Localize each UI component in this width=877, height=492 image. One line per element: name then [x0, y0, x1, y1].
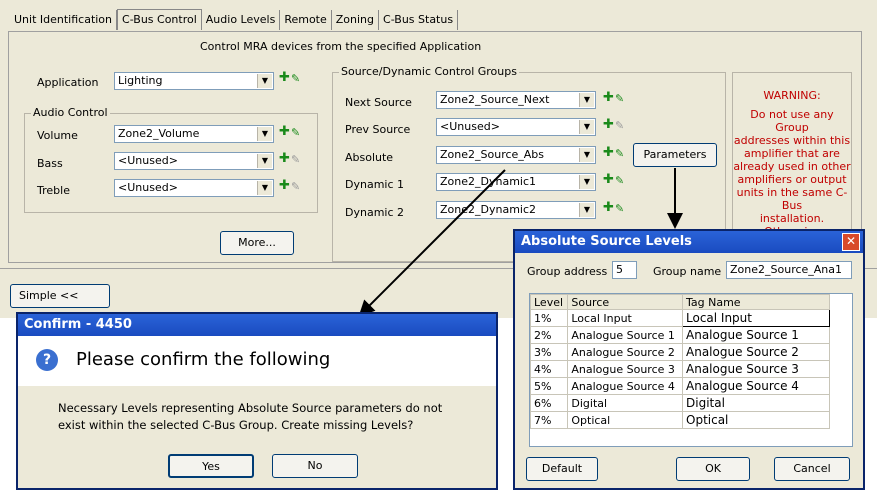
levels-table: Level Source Tag Name 1% Local Input Loc…: [530, 294, 830, 429]
level-cell: 3%: [530, 343, 569, 361]
confirm-dialog: Confirm - 4450 ? Please confirm the foll…: [16, 312, 498, 490]
levels-table-frame: Level Source Tag Name 1% Local Input Loc…: [529, 293, 853, 447]
tag-name-cell[interactable]: Analogue Source 3: [682, 360, 830, 378]
table-row[interactable]: 3% Analogue Source 2 Analogue Source 2: [530, 343, 830, 361]
column-header-source: Source: [567, 294, 683, 310]
table-row[interactable]: 2% Analogue Source 1 Analogue Source 1: [530, 326, 830, 344]
yes-button[interactable]: Yes: [168, 454, 254, 478]
group-name-label: Group name: [653, 265, 722, 278]
levels-title: Absolute Source Levels: [521, 234, 692, 249]
table-row[interactable]: 6% Digital Digital: [530, 394, 830, 412]
source-cell: Analogue Source 3: [567, 360, 683, 378]
table-header-row: Level Source Tag Name: [530, 294, 830, 310]
confirm-message-line: Necessary Levels representing Absolute S…: [58, 401, 443, 415]
cancel-button[interactable]: Cancel: [774, 457, 850, 481]
source-cell: Analogue Source 2: [567, 343, 683, 361]
confirm-title: Confirm - 4450: [24, 317, 132, 332]
confirm-heading: Please confirm the following: [76, 349, 331, 370]
tag-name-cell[interactable]: Optical: [682, 411, 830, 429]
table-row[interactable]: 1% Local Input Local Input: [530, 309, 830, 327]
column-header-tag: Tag Name: [682, 294, 830, 310]
table-row[interactable]: 4% Analogue Source 3 Analogue Source 3: [530, 360, 830, 378]
source-cell: Analogue Source 4: [567, 377, 683, 395]
level-cell: 2%: [530, 326, 569, 344]
confirm-titlebar: Confirm - 4450: [18, 314, 496, 336]
confirm-message: Necessary Levels representing Absolute S…: [18, 386, 496, 434]
tag-name-cell[interactable]: Analogue Source 2: [682, 343, 830, 361]
confirm-header-area: ? Please confirm the following: [18, 336, 496, 386]
close-icon[interactable]: ✕: [842, 233, 860, 251]
level-cell: 6%: [530, 394, 569, 412]
source-cell: Digital: [567, 394, 683, 412]
tag-name-cell[interactable]: Analogue Source 1: [682, 326, 830, 344]
group-name-field[interactable]: Zone2_Source_Ana1: [726, 261, 852, 279]
group-address-label: Group address: [527, 265, 608, 278]
no-button[interactable]: No: [272, 454, 358, 478]
source-cell: Analogue Source 1: [567, 326, 683, 344]
question-icon: ?: [36, 349, 58, 371]
source-cell: Local Input: [567, 309, 683, 327]
confirm-message-line: exist within the selected C-Bus Group. C…: [58, 418, 414, 432]
column-header-level: Level: [530, 294, 569, 310]
table-row[interactable]: 5% Analogue Source 4 Analogue Source 4: [530, 377, 830, 395]
tag-name-cell[interactable]: Analogue Source 4: [682, 377, 830, 395]
level-cell: 5%: [530, 377, 569, 395]
level-cell: 4%: [530, 360, 569, 378]
tag-name-input[interactable]: Local Input: [682, 309, 830, 327]
table-row[interactable]: 7% Optical Optical: [530, 411, 830, 429]
ok-button[interactable]: OK: [676, 457, 750, 481]
tag-name-cell[interactable]: Digital: [682, 394, 830, 412]
arrow-to-confirm: [358, 169, 506, 317]
source-cell: Optical: [567, 411, 683, 429]
level-cell: 7%: [530, 411, 569, 429]
default-button[interactable]: Default: [526, 457, 598, 481]
group-address-field[interactable]: 5: [612, 261, 637, 279]
level-cell: 1%: [530, 309, 569, 327]
levels-dialog: Absolute Source Levels ✕ Group address 5…: [513, 229, 865, 490]
levels-titlebar: Absolute Source Levels ✕: [515, 231, 863, 253]
